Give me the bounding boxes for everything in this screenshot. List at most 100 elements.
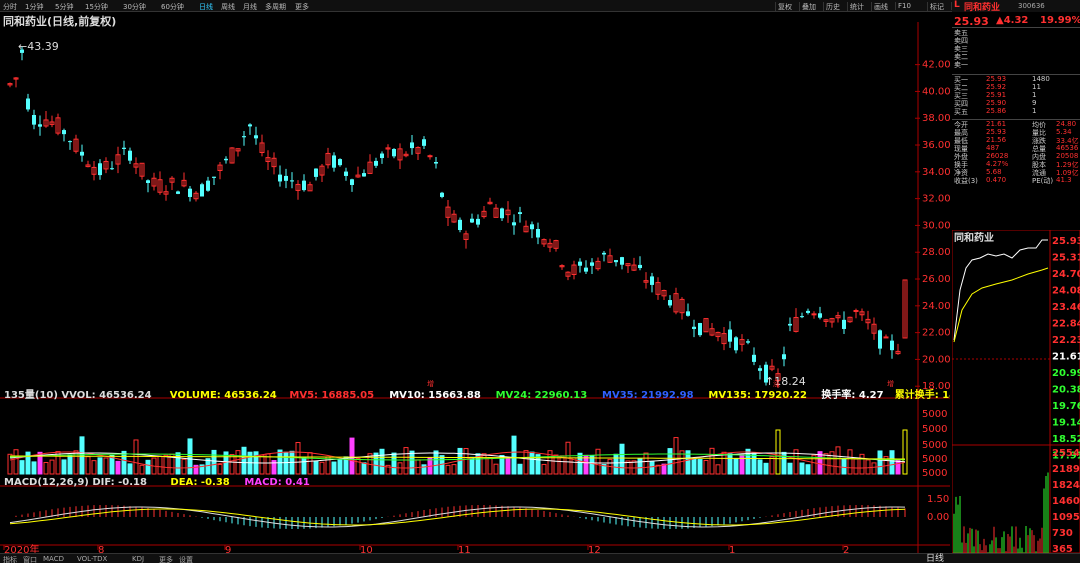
period-tab[interactable]: 5分钟	[55, 2, 73, 12]
event-marker: 增	[887, 379, 894, 388]
volume-bar	[841, 458, 847, 475]
bottom-tab[interactable]: KDJ	[132, 555, 144, 563]
bookmark-icon[interactable]: L	[954, 0, 960, 10]
candle-body	[536, 228, 540, 238]
volume-bar	[523, 450, 529, 475]
bottom-tab[interactable]: 更多	[159, 555, 173, 563]
period-tab[interactable]: 周线	[221, 2, 235, 12]
kline-chart[interactable]: 42.00 40.00 38.00 36.00 34.00 32.00 30.00 28.00…	[0, 12, 950, 554]
volume-bar	[733, 458, 739, 475]
intraday-title: 同和药业	[954, 231, 994, 244]
quote-cell: 1480	[1032, 75, 1050, 83]
macd-tick-label: 0.00	[927, 512, 949, 523]
volume-bar	[259, 454, 265, 475]
period-tab[interactable]: 多周期	[265, 2, 286, 12]
bottom-tab[interactable]: MACD	[43, 555, 64, 563]
buy-row: 买四 25.90 9	[952, 99, 1080, 108]
volume-legend-item: VOLUME: 46536.24	[170, 390, 277, 401]
candle-body	[302, 180, 306, 191]
period-tab[interactable]: 分时	[3, 2, 17, 12]
y-tick-label: 42.00	[922, 60, 950, 71]
volume-bar	[775, 429, 781, 475]
candle-body	[206, 180, 210, 191]
candle-body	[350, 179, 354, 185]
quote-price: 25.93	[954, 15, 989, 28]
toolbar-button[interactable]: 叠加	[799, 2, 816, 12]
stat-row: 外盘 26028 内盘 20508	[952, 152, 1080, 161]
toolbar-button[interactable]: 历史	[823, 2, 840, 12]
bottom-tab[interactable]: 指标	[3, 555, 17, 563]
candle-body	[686, 311, 690, 316]
volume-bar	[49, 459, 55, 475]
candle-body	[422, 139, 426, 146]
volume-bar	[133, 439, 139, 475]
volume-bar	[67, 454, 73, 475]
toolbar-button[interactable]: 复权	[775, 2, 792, 12]
toolbar: 分时 1分钟 5分钟 15分钟 30分钟 60分钟 日线 周线 月线 多周期 更多 复权 叠加 历史 统计…	[0, 0, 1080, 12]
volume-bar	[451, 464, 457, 475]
volume-legend-item: 换手率: 4.27	[821, 388, 883, 401]
dif-line	[9, 506, 906, 528]
intraday-price-label: 20.38	[1052, 385, 1080, 396]
toolbar-button[interactable]: 统计	[847, 2, 864, 12]
intraday-chart[interactable]: 同和药业 25.93 25.31 24.70 24.08 23.46 22.84 22.23 2…	[952, 230, 1080, 553]
volume-bar	[763, 462, 769, 475]
volume-bar	[589, 455, 595, 475]
candle-body	[290, 180, 294, 182]
intraday-price-label: 22.84	[1052, 319, 1080, 330]
candle-body	[890, 340, 894, 351]
toolbar-button[interactable]: F10	[895, 2, 911, 10]
period-tab[interactable]: 更多	[295, 2, 309, 12]
candle-body	[692, 326, 696, 330]
y-tick-label: 22.00	[922, 328, 950, 339]
volume-bar	[433, 450, 439, 475]
bottom-tab[interactable]: 窗口	[23, 555, 37, 563]
quote-cell: 487	[986, 144, 1000, 152]
toolbar-button[interactable]: 画线	[871, 2, 888, 12]
volume-bar	[481, 453, 487, 475]
period-tab[interactable]: 60分钟	[161, 2, 184, 12]
bottom-tab[interactable]: VOL-TDX	[77, 555, 107, 563]
candle-body	[332, 155, 336, 168]
candle-body	[476, 218, 480, 225]
period-tab[interactable]: 1分钟	[25, 2, 43, 12]
sell-row: 卖二	[952, 52, 1080, 61]
candle-body	[374, 160, 378, 166]
macd-legend-item: MACD: 0.41	[244, 477, 310, 488]
volume-bar	[379, 448, 385, 475]
period-tab[interactable]: 日线	[199, 2, 213, 12]
y-tick-label: 40.00	[922, 86, 950, 97]
intraday-price-label: 25.31	[1052, 253, 1080, 264]
volume-bar	[319, 461, 325, 475]
period-tab[interactable]: 月线	[243, 2, 257, 12]
candle-body	[38, 124, 42, 127]
toolbar-button[interactable]: 标记	[927, 2, 944, 12]
event-marker: 涨	[773, 379, 780, 388]
volume-bar	[643, 452, 649, 475]
volume-bar	[541, 463, 547, 475]
quote-cell: 0.470	[986, 176, 1007, 184]
quote-cell: 21.61	[986, 120, 1007, 128]
volume-bar	[505, 457, 511, 475]
quote-cell: 46536	[1056, 144, 1079, 152]
volume-bar	[157, 455, 163, 475]
stat-row: 净资 5.68 流通 1.09亿	[952, 168, 1080, 177]
macd-tick-label: 1.50	[927, 494, 949, 505]
volume-bar	[787, 462, 793, 475]
period-tab[interactable]: 15分钟	[85, 2, 108, 12]
candle-body	[698, 323, 702, 336]
buy-row: 买三 25.91 1	[952, 91, 1080, 100]
period-tab[interactable]: 30分钟	[123, 2, 146, 12]
stat-row: 换手 4.27% 股本 1.29亿	[952, 160, 1080, 169]
candle-body	[128, 150, 132, 161]
candle-body	[728, 329, 732, 342]
candle-body	[806, 310, 810, 313]
intraday-vol-label: 2554	[1052, 448, 1080, 459]
volume-bar	[463, 448, 469, 475]
candle-body	[80, 151, 84, 156]
stock-name-bar: L 同和药业 300636	[952, 0, 1080, 13]
volume-bar	[145, 459, 151, 475]
volume-bar	[73, 450, 79, 475]
high-label: ←43.39	[18, 40, 59, 53]
bottom-tab[interactable]: 设置	[179, 555, 193, 563]
